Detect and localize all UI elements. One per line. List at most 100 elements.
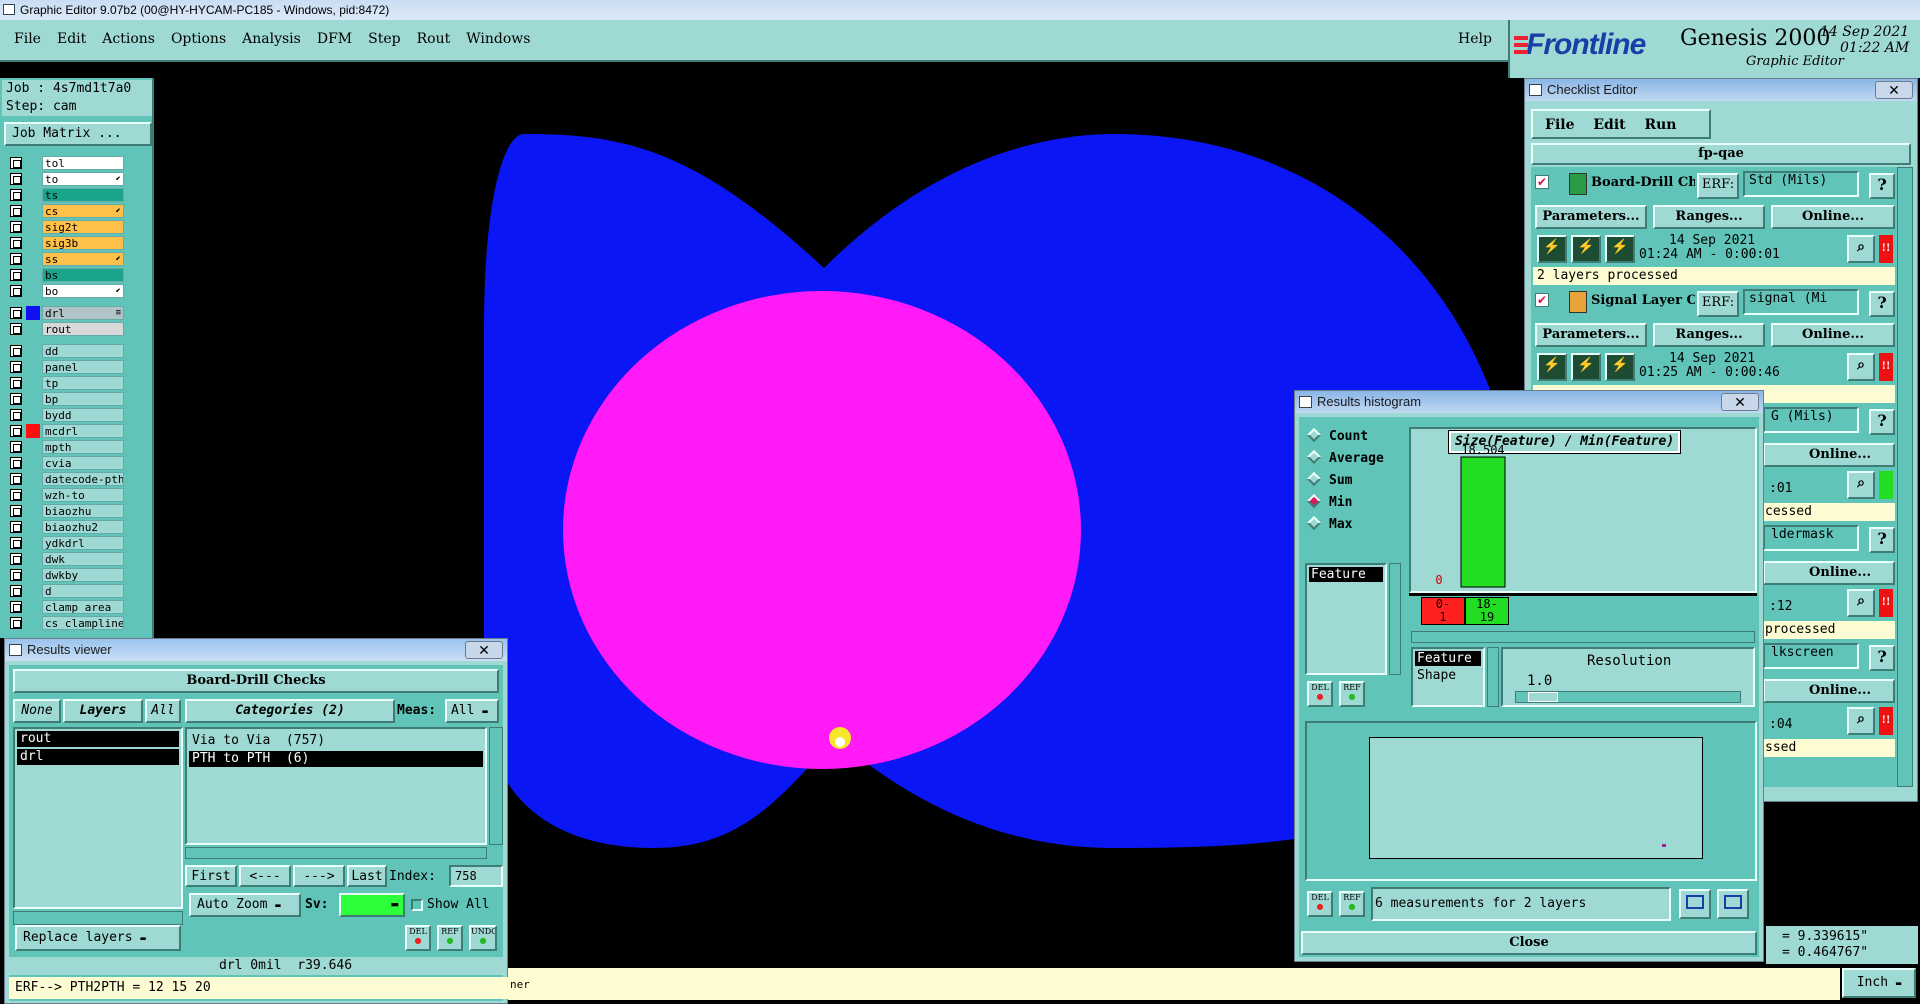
units-dropdown[interactable]: Inch ▬ — [1842, 968, 1916, 998]
layer-checkbox[interactable] — [10, 377, 22, 389]
layer-checkbox[interactable] — [10, 553, 22, 565]
menu-edit[interactable]: Edit — [57, 31, 86, 47]
partial-online-button[interactable]: Online... — [1763, 443, 1895, 467]
partial-help-button[interactable]: ? — [1869, 645, 1895, 671]
check-help-button[interactable]: ? — [1869, 173, 1895, 199]
checklist-close-icon[interactable]: ✕ — [1875, 81, 1913, 99]
menu-help[interactable]: Help — [1458, 31, 1492, 47]
layer-row-wzh-to[interactable]: wzh-to — [10, 488, 124, 502]
prev-button[interactable]: <--- — [239, 865, 291, 887]
replace-layers-dropdown[interactable]: Replace layers ▬ — [15, 925, 181, 951]
index-input[interactable]: 758 — [449, 865, 503, 887]
check-ranges-button[interactable]: Ranges... — [1653, 323, 1765, 347]
partial-online-button[interactable]: Online... — [1763, 679, 1895, 703]
categories-vscrollbar[interactable] — [489, 727, 503, 845]
all-layers-button[interactable]: All — [145, 699, 181, 723]
layer-checkbox[interactable] — [10, 253, 22, 265]
partial-online-button[interactable]: Online... — [1763, 561, 1895, 585]
layer-row-ts[interactable]: ts — [10, 188, 124, 202]
layer-checkbox[interactable] — [10, 361, 22, 373]
layer-row-ydkdrl[interactable]: ydkdrl — [10, 536, 124, 550]
partial-zoom-icon[interactable]: ⌕ — [1847, 589, 1875, 617]
layer-row-bs[interactable]: bs — [10, 268, 124, 282]
layer-checkbox[interactable] — [10, 473, 22, 485]
mode-radio-count[interactable]: Count — [1306, 427, 1368, 444]
layer-row-panel[interactable]: panel — [10, 360, 124, 374]
layer-checkbox[interactable] — [10, 537, 22, 549]
menu-analysis[interactable]: Analysis — [242, 31, 301, 47]
category-pth-to-pth[interactable]: PTH to PTH (6) — [189, 751, 483, 767]
check-parameters-button[interactable]: Parameters... — [1535, 323, 1647, 347]
layer-checkbox[interactable] — [10, 323, 22, 335]
layer-checkbox[interactable] — [10, 205, 22, 217]
layer-checkbox[interactable] — [10, 521, 22, 533]
preview-canvas[interactable] — [1369, 737, 1703, 859]
check-select-icon[interactable]: ✔ — [1535, 175, 1549, 189]
hist-ref-button-bottom[interactable]: REF ● — [1339, 891, 1365, 917]
show-all-checkbox[interactable] — [411, 899, 423, 911]
layer-row-bydd[interactable]: bydd — [10, 408, 124, 422]
mode-radio-max[interactable]: Max — [1306, 515, 1352, 532]
layer-item-rout[interactable]: rout — [17, 731, 179, 747]
layer-row-rout[interactable]: rout — [10, 322, 124, 336]
meas-dropdown[interactable]: All ▬ — [445, 699, 499, 723]
histogram-bar-1[interactable] — [1460, 456, 1506, 588]
layer-checkbox[interactable] — [10, 189, 22, 201]
menu-actions[interactable]: Actions — [102, 31, 155, 47]
layer-checkbox[interactable] — [10, 457, 22, 469]
histogram-hscrollbar[interactable] — [1411, 631, 1755, 643]
check-parameters-button[interactable]: Parameters... — [1535, 205, 1647, 229]
sv-color-dropdown[interactable]: ▬ — [339, 893, 405, 917]
attr-item-shape[interactable]: Shape — [1415, 668, 1481, 683]
attr-vscrollbar[interactable] — [1487, 647, 1499, 707]
categories-listbox[interactable]: Via to Via (757) PTH to PTH (6) — [185, 727, 487, 845]
layer-row-tol[interactable]: tol — [10, 156, 124, 170]
zoom-back-button[interactable] — [1717, 889, 1749, 919]
layer-row-biaozhu[interactable]: biaozhu — [10, 504, 124, 518]
field-vscrollbar[interactable] — [1389, 563, 1401, 675]
check-run-icon[interactable]: ⚡ — [1605, 235, 1635, 263]
auto-zoom-dropdown[interactable]: Auto Zoom ▬ — [189, 893, 301, 917]
partial-help-button[interactable]: ? — [1869, 527, 1895, 553]
layer-checkbox[interactable] — [10, 617, 22, 629]
field-item-feature[interactable]: Feature — [1309, 567, 1383, 582]
histogram-close-button[interactable]: Close — [1301, 931, 1757, 955]
last-button[interactable]: Last — [347, 865, 387, 887]
layer-checkbox[interactable] — [10, 409, 22, 421]
check-name[interactable]: Signal Layer Checks — [1591, 293, 1695, 313]
layer-row-biaozhu2[interactable]: biaozhu2 — [10, 520, 124, 534]
check-select-icon[interactable]: ✔ — [1535, 293, 1549, 307]
results-viewer-close-icon[interactable]: ✕ — [465, 641, 503, 659]
layer-row-sig2t[interactable]: sig2t — [10, 220, 124, 234]
checklist-menu-file[interactable]: File — [1545, 117, 1574, 133]
layers-button[interactable]: Layers — [63, 699, 143, 723]
partial-zoom-icon[interactable]: ⌕ — [1847, 471, 1875, 499]
layer-row-bo[interactable]: bo ⬋ — [10, 284, 124, 298]
hist-del-button-bottom[interactable]: DEL ● — [1307, 891, 1333, 917]
layer-checkbox[interactable] — [10, 221, 22, 233]
layer-item-drl[interactable]: drl — [17, 749, 179, 765]
layer-checkbox[interactable] — [10, 569, 22, 581]
layer-row-to[interactable]: to ⬋ — [10, 172, 124, 186]
check-run-icon[interactable]: ⚡ — [1537, 235, 1567, 263]
layer-row-mpth[interactable]: mpth — [10, 440, 124, 454]
del-button[interactable]: DEL ● — [405, 925, 431, 951]
resolution-slider-thumb[interactable] — [1528, 692, 1558, 702]
undo-button[interactable]: UNDO ● — [469, 925, 497, 951]
layer-row-tp[interactable]: tp — [10, 376, 124, 390]
layer-row-d[interactable]: d — [10, 584, 124, 598]
menu-rout[interactable]: Rout — [417, 31, 451, 47]
layer-row-bp[interactable]: bp — [10, 392, 124, 406]
check-zoom-icon[interactable]: ⌕ — [1847, 353, 1875, 381]
next-button[interactable]: ---> — [293, 865, 345, 887]
menu-dfm[interactable]: DFM — [317, 31, 352, 47]
layer-checkbox[interactable] — [10, 157, 22, 169]
hist-ref-button[interactable]: REF ● — [1339, 681, 1365, 707]
category-via-to-via[interactable]: Via to Via (757) — [189, 733, 483, 749]
categories-hscrollbar[interactable] — [185, 847, 487, 859]
check-zoom-icon[interactable]: ⌕ — [1847, 235, 1875, 263]
mode-radio-min[interactable]: Min — [1306, 493, 1352, 510]
layers-listbox[interactable]: rout drl — [13, 727, 183, 909]
check-help-button[interactable]: ? — [1869, 291, 1895, 317]
check-ranges-button[interactable]: Ranges... — [1653, 205, 1765, 229]
